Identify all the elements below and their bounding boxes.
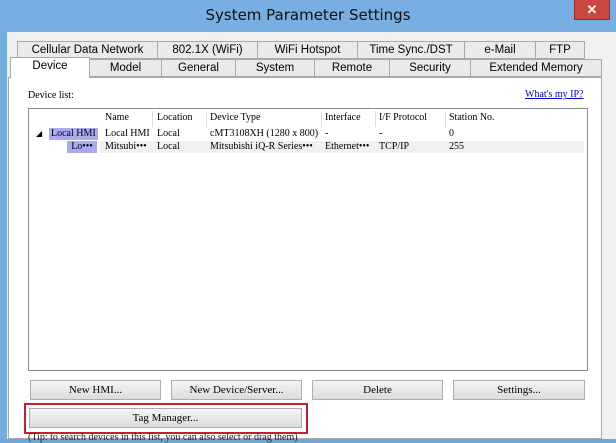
settings-button[interactable]: Settings...	[453, 380, 585, 400]
delete-button[interactable]: Delete	[312, 380, 443, 400]
row-protocol: TCP/IP	[379, 141, 410, 152]
close-button[interactable]: ✕	[574, 0, 610, 20]
row-device-type: cMT3108XH (1280 x 800)	[210, 128, 319, 139]
tip-text: (Tip: to search devices in this list, yo…	[28, 432, 298, 443]
tab-model[interactable]: Model	[89, 59, 162, 77]
column-header-station-no[interactable]: Station No.	[449, 112, 495, 123]
new-device-server-button[interactable]: New Device/Server...	[171, 380, 302, 400]
tab-wifi-hotspot[interactable]: WiFi Hotspot	[257, 41, 358, 59]
row-location: Local	[157, 128, 180, 139]
tab-time-sync-dst[interactable]: Time Sync./DST	[357, 41, 465, 59]
system-parameter-settings-window: System Parameter Settings ✕ Cellular Dat…	[0, 0, 616, 443]
column-divider	[321, 111, 322, 127]
tab-ftp[interactable]: FTP	[535, 41, 585, 59]
tab-remote[interactable]: Remote	[314, 59, 390, 77]
tab-device[interactable]: Device	[10, 57, 90, 78]
row-interface: -	[325, 128, 329, 139]
column-divider	[445, 111, 446, 127]
tab-general[interactable]: General	[161, 59, 236, 77]
row-station: 255	[449, 141, 464, 152]
column-header-location[interactable]: Location	[157, 112, 193, 123]
column-header-protocol[interactable]: I/F Protocol	[379, 112, 427, 123]
tree-node-local-device[interactable]: Lo•••	[67, 141, 97, 153]
tab-security[interactable]: Security	[389, 59, 471, 77]
device-list[interactable]: Name Location Device Type Interface I/F …	[28, 108, 588, 371]
row-protocol: -	[379, 128, 383, 139]
column-header-interface[interactable]: Interface	[325, 112, 361, 123]
window-title: System Parameter Settings	[205, 6, 411, 24]
column-header-device-type[interactable]: Device Type	[210, 112, 260, 123]
highlight-box	[24, 403, 308, 434]
new-hmi-button[interactable]: New HMI...	[30, 380, 161, 400]
row-name: Local HMI	[105, 128, 150, 139]
column-divider	[375, 111, 376, 127]
title-bar[interactable]: System Parameter Settings ✕	[0, 0, 616, 32]
column-header-name[interactable]: Name	[105, 112, 129, 123]
row-station: 0	[449, 128, 454, 139]
whats-my-ip-link[interactable]: What's my IP?	[525, 89, 583, 100]
tab-8021x-wifi[interactable]: 802.1X (WiFi)	[157, 41, 258, 59]
row-name: Mitsubi•••	[105, 141, 147, 152]
column-divider	[206, 111, 207, 127]
collapse-triangle-icon[interactable]: ◢	[36, 129, 42, 138]
row-location: Local	[157, 141, 180, 152]
tab-extended-memory[interactable]: Extended Memory	[470, 59, 602, 77]
tree-node-local-hmi[interactable]: Local HMI	[49, 128, 98, 140]
row-interface: Ethernet•••	[325, 141, 370, 152]
device-list-label: Device list:	[28, 90, 74, 101]
row-device-type: Mitsubishi iQ-R Series•••	[210, 141, 313, 152]
tab-system[interactable]: System	[235, 59, 315, 77]
tab-email[interactable]: e-Mail	[464, 41, 536, 59]
column-divider	[152, 111, 153, 127]
